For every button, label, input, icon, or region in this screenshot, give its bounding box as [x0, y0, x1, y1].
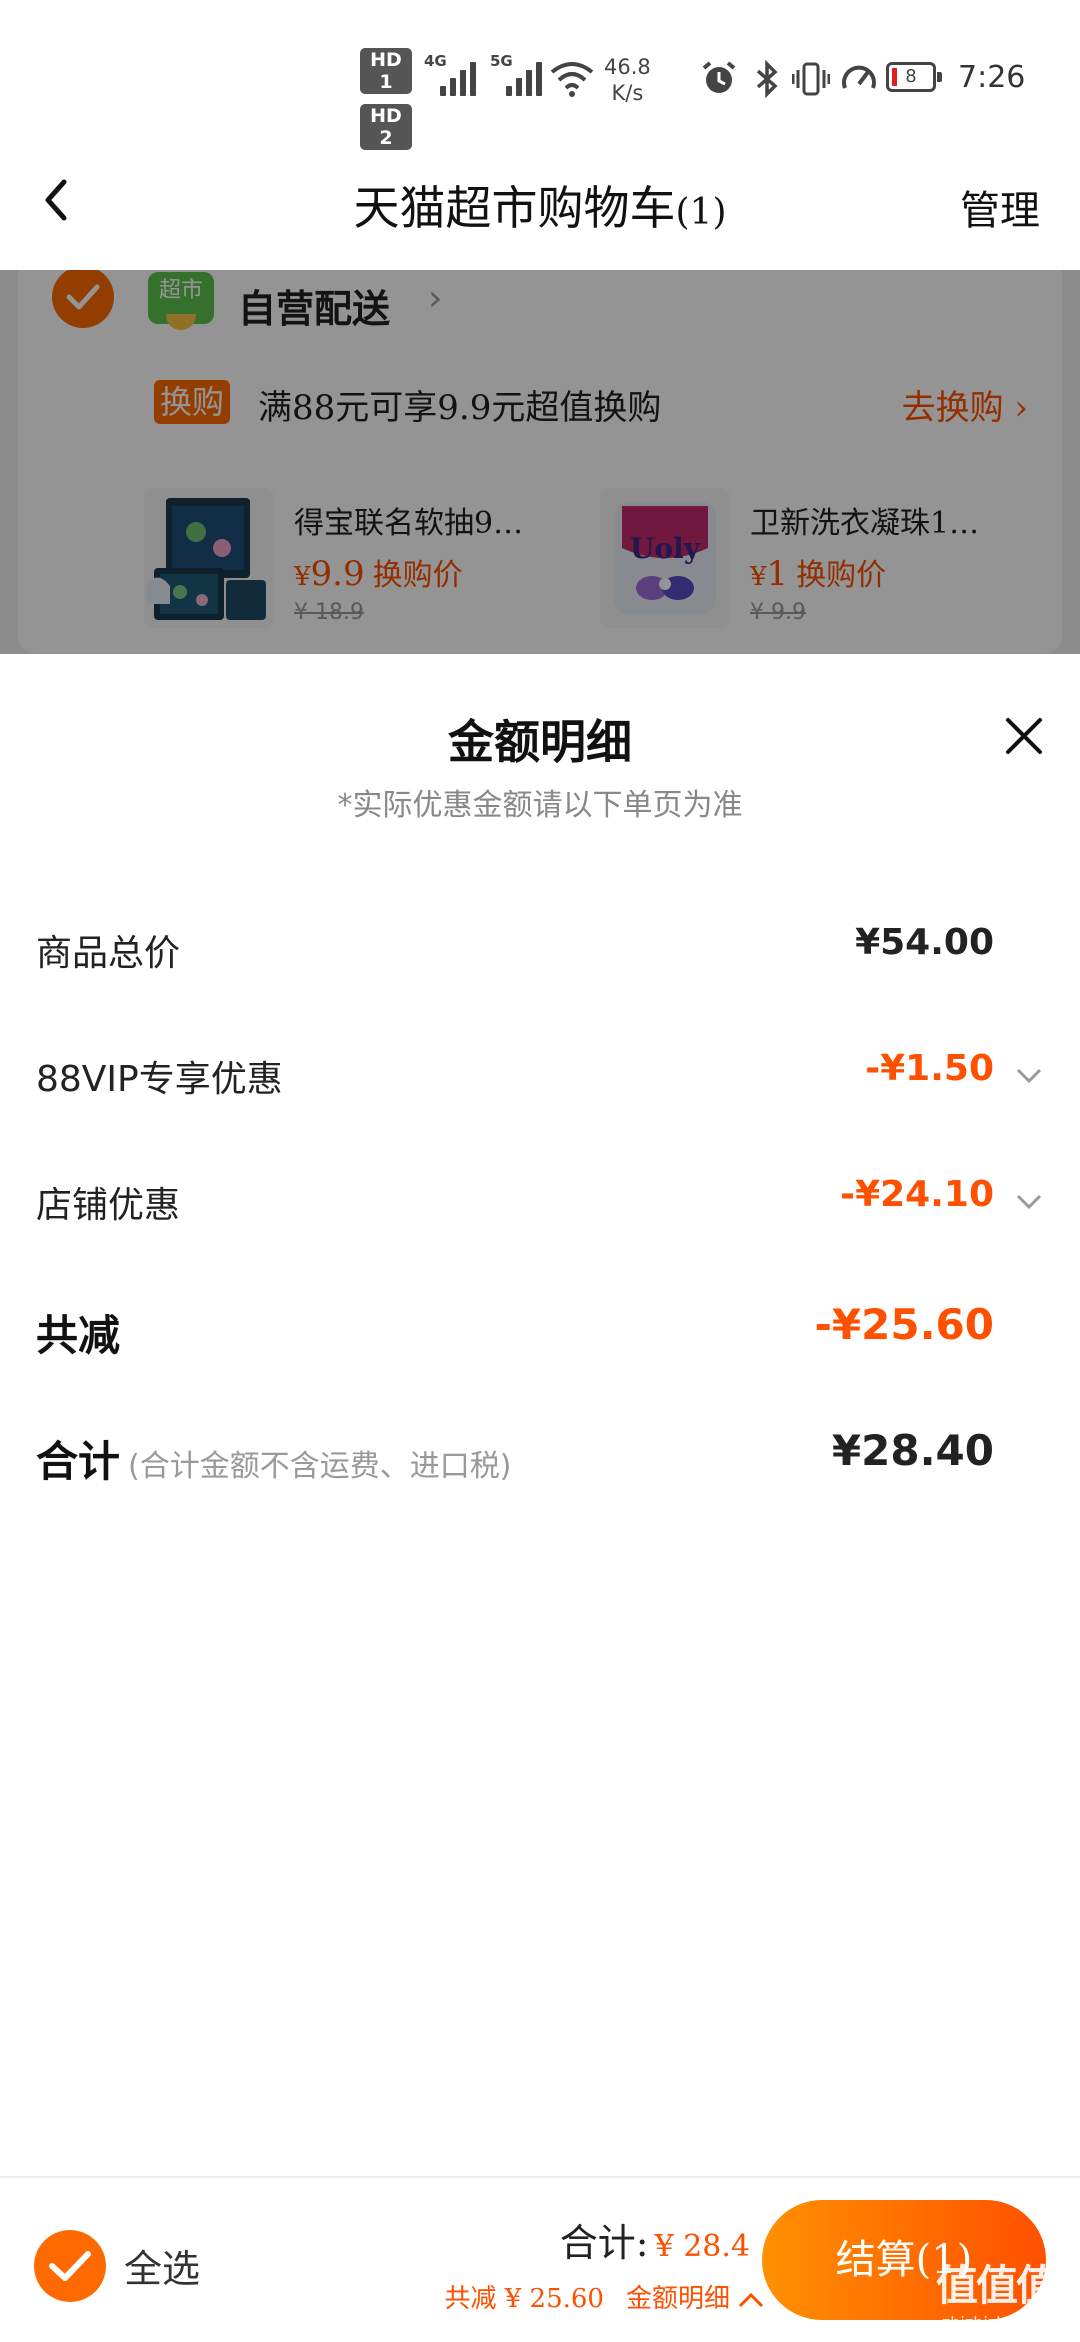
manage-button[interactable]: 管理: [960, 178, 1040, 236]
vip-discount-amount: -¥1.50: [865, 1048, 994, 1089]
close-icon[interactable]: [1002, 714, 1046, 758]
page-title-text: 天猫超市购物车: [353, 181, 676, 235]
grand-total-note: (合计金额不含运费、进口税): [128, 1449, 512, 1484]
subtotal-label: 商品总价: [36, 933, 181, 974]
select-all-label[interactable]: 全选: [124, 2238, 200, 2293]
bottom-total-value: ¥ 28.4: [654, 2229, 750, 2264]
amount-detail-toggle[interactable]: 金额明细: [626, 2284, 766, 2314]
bottom-total-label: 合计:: [559, 2221, 649, 2265]
signal-bars-2-icon: [506, 58, 548, 96]
alarm-icon: [702, 61, 736, 93]
dim-overlay[interactable]: [0, 270, 1080, 654]
select-all-check-icon[interactable]: [34, 2230, 106, 2302]
grand-total-label-text: 合计: [36, 1437, 121, 1486]
watermark: 值值值 zhizhizhi.com: [926, 2252, 1066, 2332]
clock: 7:26: [958, 60, 1026, 95]
watermark-mark: 值值值: [935, 2261, 1058, 2310]
status-bar: HD 1 HD 2 4G 5G 46.8 K/s 8 7:26: [0, 0, 1080, 150]
grand-total-amount: ¥28.40: [831, 1426, 994, 1475]
total-discount-amount: -¥25.60: [814, 1300, 994, 1349]
header: 天猫超市购物车(1) 管理: [0, 150, 1080, 270]
hd1-badge: HD 1: [360, 48, 412, 94]
amount-detail-sheet: 金额明细 *实际优惠金额请以下单页为准 商品总价 ¥54.00 88VIP专享优…: [0, 654, 1080, 2176]
grand-total-label: 合计 (合计金额不含运费、进口税): [36, 1428, 511, 1489]
vibrate-icon: [792, 62, 830, 96]
total-discount-row: 共减 -¥25.60: [36, 1290, 1044, 1370]
page-title: 天猫超市购物车(1): [0, 172, 1080, 238]
sheet-subtitle: *实际优惠金额请以下单页为准: [337, 788, 743, 823]
bottom-savings: 共减 ¥ 25.60 金额明细: [444, 2278, 766, 2315]
network-speed-value: 46.8: [604, 55, 651, 79]
network-speed-unit: K/s: [611, 81, 644, 105]
grand-total-row: 合计 (合计金额不含运费、进口税) ¥28.40: [36, 1416, 1044, 1496]
total-discount-label: 共减: [36, 1311, 121, 1360]
chevron-down-icon[interactable]: [1014, 1186, 1044, 1216]
subtotal-amount: ¥54.00: [855, 922, 994, 963]
chevron-up-icon[interactable]: [736, 2290, 766, 2310]
vip-discount-row[interactable]: 88VIP专享优惠 -¥1.50: [36, 1038, 1044, 1118]
chevron-down-icon[interactable]: [1014, 1060, 1044, 1090]
battery-icon: 8: [886, 62, 942, 92]
sheet-title: 金额明细: [448, 715, 632, 769]
amount-detail-label: 金额明细: [625, 2284, 730, 2314]
bottom-savings-text: 共减 ¥ 25.60: [444, 2284, 604, 2314]
hd-indicators: HD 1 HD 2: [360, 48, 412, 160]
speedometer-icon: [842, 65, 876, 89]
battery-level: 8: [905, 66, 917, 87]
store-discount-row[interactable]: 店铺优惠 -¥24.10: [36, 1164, 1044, 1244]
checkout-bar: 全选 合计: ¥ 28.4 共减 ¥ 25.60 金额明细 结算(1) 值值值 zh…: [0, 2176, 1080, 2342]
store-discount-amount: -¥24.10: [840, 1174, 994, 1215]
subtotal-row: 商品总价 ¥54.00: [36, 912, 1044, 992]
cart-count: (1): [675, 192, 727, 233]
hd2-badge: HD 2: [360, 104, 412, 150]
signal-bars-1-icon: [440, 58, 482, 96]
wifi-icon: [550, 62, 594, 97]
bluetooth-icon: [756, 60, 778, 98]
watermark-url: zhizhizhi.com: [941, 2313, 1051, 2332]
network-speed: 46.8 K/s: [604, 54, 651, 106]
bottom-total: 合计: ¥ 28.4: [560, 2212, 750, 2267]
store-discount-label: 店铺优惠: [36, 1185, 181, 1226]
vip-discount-label: 88VIP专享优惠: [36, 1059, 283, 1100]
